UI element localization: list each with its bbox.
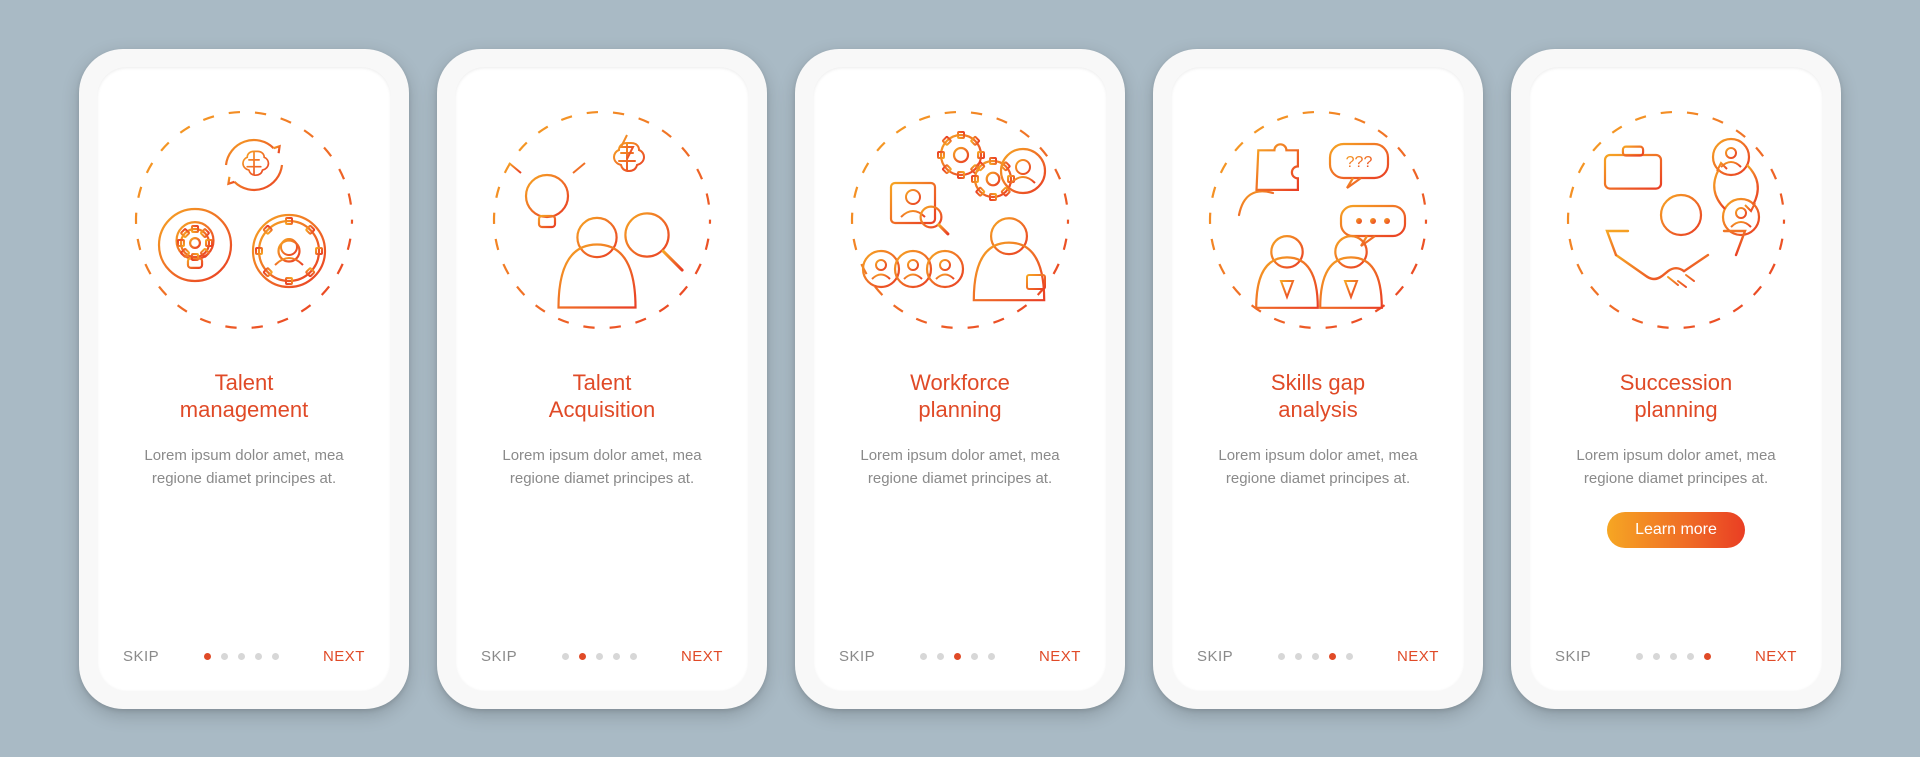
pager-dot[interactable]	[579, 653, 586, 660]
screen-description: Lorem ipsum dolor amet, mea regione diam…	[845, 444, 1075, 491]
skip-button[interactable]: SKIP	[839, 648, 875, 665]
screen-description: Lorem ipsum dolor amet, mea regione diam…	[1203, 444, 1433, 491]
pager-dot[interactable]	[562, 653, 569, 660]
next-button[interactable]: NEXT	[323, 648, 365, 665]
skip-button[interactable]: SKIP	[1555, 648, 1591, 665]
onboarding-screen: Talent Acquisition Lorem ipsum dolor ame…	[455, 67, 749, 691]
pager-dot[interactable]	[1346, 653, 1353, 660]
pager-dot[interactable]	[238, 653, 245, 660]
skip-button[interactable]: SKIP	[123, 648, 159, 665]
next-button[interactable]: NEXT	[681, 648, 723, 665]
screen-description: Lorem ipsum dolor amet, mea regione diam…	[487, 444, 717, 491]
phone-mockup-1: Talent management Lorem ipsum dolor amet…	[79, 49, 409, 709]
pager-dot[interactable]	[954, 653, 961, 660]
onboarding-screen: ??? Skills gap analysis Lorem ipsum dolo…	[1171, 67, 1465, 691]
screen-title: Skills gap analysis	[1271, 369, 1365, 424]
svg-text:???: ???	[1346, 154, 1373, 171]
pager-dot[interactable]	[204, 653, 211, 660]
onboarding-footer: SKIP NEXT	[1197, 648, 1439, 665]
screen-description: Lorem ipsum dolor amet, mea regione diam…	[1561, 444, 1791, 491]
skip-button[interactable]: SKIP	[481, 648, 517, 665]
pager-dot[interactable]	[613, 653, 620, 660]
pager-dots	[920, 653, 995, 660]
phone-mockup-2: Talent Acquisition Lorem ipsum dolor ame…	[437, 49, 767, 709]
onboarding-footer: SKIP NEXT	[839, 648, 1081, 665]
skip-button[interactable]: SKIP	[1197, 648, 1233, 665]
pager-dot[interactable]	[988, 653, 995, 660]
phone-mockup-5: Succession planning Lorem ipsum dolor am…	[1511, 49, 1841, 709]
pager-dots	[1278, 653, 1353, 660]
pager-dot[interactable]	[1704, 653, 1711, 660]
pager-dot[interactable]	[1636, 653, 1643, 660]
onboarding-screen: Workforce planning Lorem ipsum dolor ame…	[813, 67, 1107, 691]
pager-dots	[1636, 653, 1711, 660]
pager-dot[interactable]	[920, 653, 927, 660]
pager-dot[interactable]	[221, 653, 228, 660]
talent-management-icon	[129, 105, 359, 335]
pager-dot[interactable]	[1312, 653, 1319, 660]
pager-dots	[204, 653, 279, 660]
learn-more-button[interactable]: Learn more	[1607, 512, 1745, 548]
phone-mockup-4: ??? Skills gap analysis Lorem ipsum dolo…	[1153, 49, 1483, 709]
pager-dot[interactable]	[1295, 653, 1302, 660]
pager-dot[interactable]	[1329, 653, 1336, 660]
screen-title: Talent Acquisition	[549, 369, 655, 424]
next-button[interactable]: NEXT	[1397, 648, 1439, 665]
next-button[interactable]: NEXT	[1755, 648, 1797, 665]
succession-planning-icon	[1561, 105, 1791, 335]
pager-dot[interactable]	[1278, 653, 1285, 660]
onboarding-footer: SKIP NEXT	[1555, 648, 1797, 665]
pager-dot[interactable]	[272, 653, 279, 660]
talent-acquisition-icon	[487, 105, 717, 335]
pager-dot[interactable]	[1670, 653, 1677, 660]
pager-dot[interactable]	[937, 653, 944, 660]
next-button[interactable]: NEXT	[1039, 648, 1081, 665]
pager-dot[interactable]	[971, 653, 978, 660]
onboarding-footer: SKIP NEXT	[123, 648, 365, 665]
pager-dot[interactable]	[255, 653, 262, 660]
onboarding-screen: Succession planning Lorem ipsum dolor am…	[1529, 67, 1823, 691]
phone-mockup-3: Workforce planning Lorem ipsum dolor ame…	[795, 49, 1125, 709]
workforce-planning-icon	[845, 105, 1075, 335]
pager-dot[interactable]	[1687, 653, 1694, 660]
pager-dot[interactable]	[630, 653, 637, 660]
screen-title: Talent management	[180, 369, 308, 424]
pager-dot[interactable]	[596, 653, 603, 660]
screen-title: Succession planning	[1620, 369, 1733, 424]
onboarding-screen: Talent management Lorem ipsum dolor amet…	[97, 67, 391, 691]
pager-dot[interactable]	[1653, 653, 1660, 660]
screen-description: Lorem ipsum dolor amet, mea regione diam…	[129, 444, 359, 491]
pager-dots	[562, 653, 637, 660]
skills-gap-icon: ???	[1203, 105, 1433, 335]
screen-title: Workforce planning	[910, 369, 1010, 424]
onboarding-footer: SKIP NEXT	[481, 648, 723, 665]
